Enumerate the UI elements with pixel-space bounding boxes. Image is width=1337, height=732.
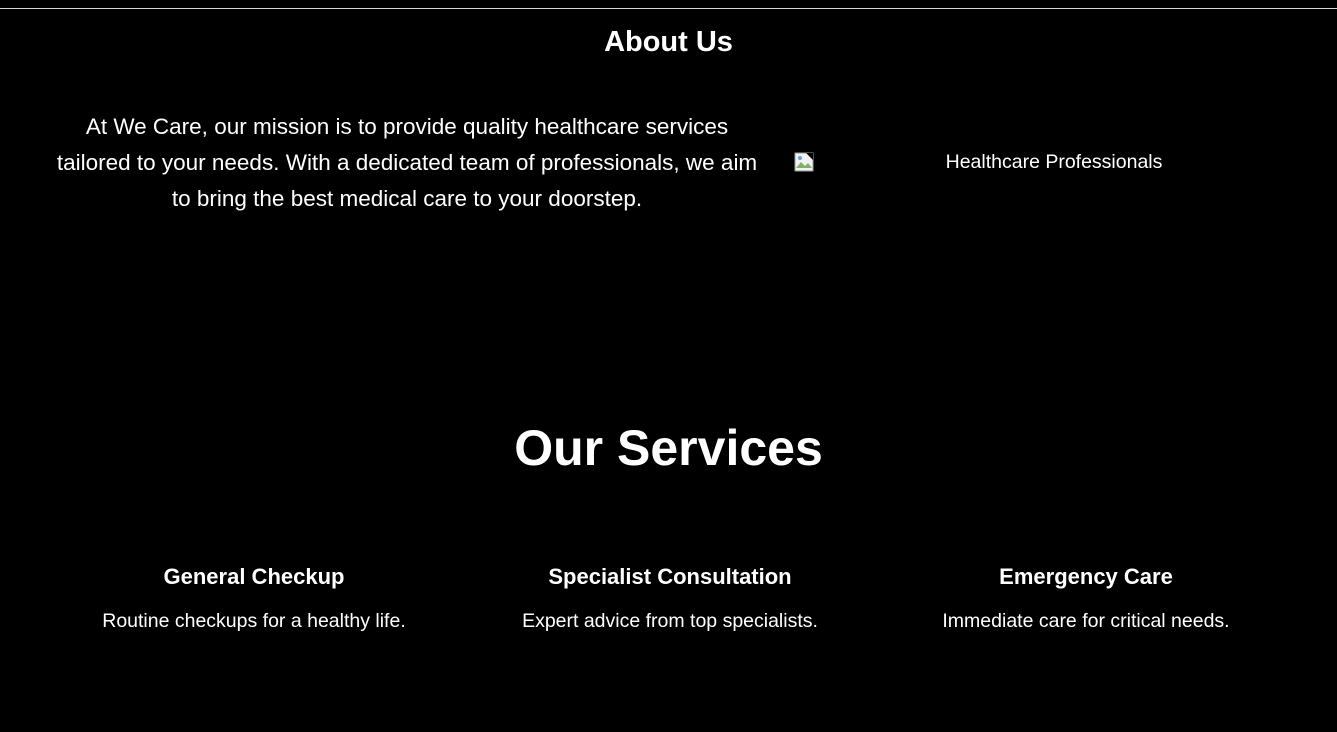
top-divider [0, 8, 1337, 9]
about-image: Healthcare Professionals [794, 151, 1314, 175]
service-title: Emergency Care [999, 564, 1173, 589]
service-description: Immediate care for critical needs. [942, 610, 1230, 632]
service-title: Specialist Consultation [548, 564, 792, 589]
about-description: At We Care, our mission is to provide qu… [56, 114, 758, 211]
service-card-specialist-consultation: Specialist Consultation Expert advice fr… [460, 562, 880, 632]
about-title: About Us [604, 26, 733, 58]
service-description: Expert advice from top specialists. [522, 610, 818, 632]
service-card-emergency-care: Emergency Care Immediate care for critic… [876, 562, 1296, 632]
service-card-general-checkup: General Checkup Routine checkups for a h… [44, 562, 464, 632]
service-description: Routine checkups for a healthy life. [102, 610, 406, 632]
about-image-alt-text: Healthcare Professionals [945, 151, 1163, 173]
service-title: General Checkup [163, 564, 345, 589]
services-title: Our Services [514, 420, 823, 476]
page: About Us At We Care, our mission is to p… [0, 0, 1337, 732]
